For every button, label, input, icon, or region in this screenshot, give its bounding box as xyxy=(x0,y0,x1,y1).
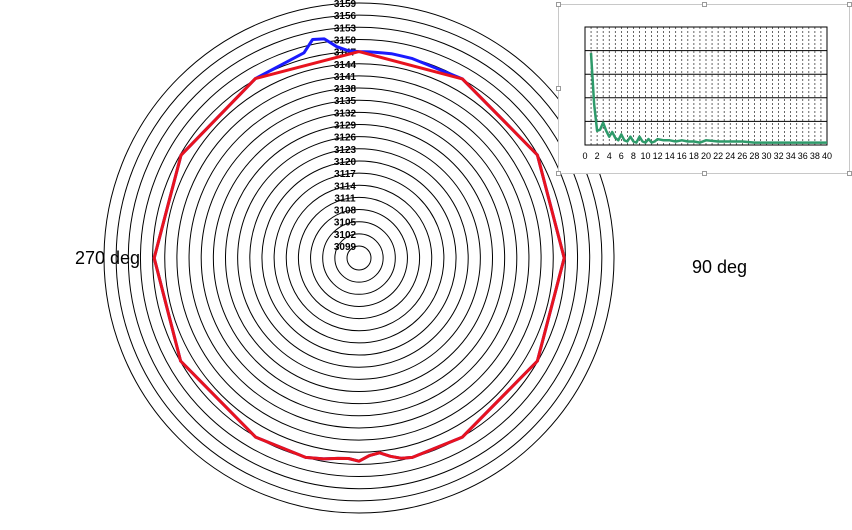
polar-ring xyxy=(297,196,421,320)
resize-handle-top-right[interactable] xyxy=(847,2,852,7)
radial-tick-label: 3159 xyxy=(334,0,357,10)
polar-ring xyxy=(176,75,542,441)
inset-chart-frame[interactable]: 0 2 4 6 8 10 12 14 16 18 20 22 24 26 28 30 32 34 36 38 40 xyxy=(558,4,850,174)
spectrum-x-tick-label: 24 xyxy=(725,151,735,161)
radial-tick-label: 3138 xyxy=(334,84,357,95)
spectrum-chart: 0 2 4 6 8 10 12 14 16 18 20 22 24 26 28 30 32 34 36 38 40 xyxy=(582,26,832,161)
spectrum-x-tick-label: 26 xyxy=(737,151,747,161)
polar-ring xyxy=(127,26,591,490)
spectrum-x-tick-label: 20 xyxy=(701,151,711,161)
resize-handle-mid-left[interactable] xyxy=(556,86,561,91)
spectrum-x-tick-label: 12 xyxy=(653,151,663,161)
spectrum-x-tick-label: 6 xyxy=(619,151,624,161)
radial-tick-label: 3132 xyxy=(334,108,357,119)
spectrum-x-tick-label: 8 xyxy=(631,151,636,161)
spectrum-x-tick-label: 40 xyxy=(822,151,832,161)
resize-handle-bottom-right[interactable] xyxy=(847,171,852,176)
spectrum-x-tick-label: 38 xyxy=(810,151,820,161)
polar-ring xyxy=(249,148,469,368)
polar-ring xyxy=(310,209,408,307)
radial-tick-label: 3141 xyxy=(334,72,357,83)
spectrum-x-tick-label: 30 xyxy=(761,151,771,161)
radial-tick-label: 3153 xyxy=(334,23,357,34)
angle-label-270: 270 deg xyxy=(75,248,141,268)
polar-series-red xyxy=(152,50,566,463)
radial-tick-label: 3114 xyxy=(334,181,356,192)
radial-tick-label: 3108 xyxy=(334,206,357,217)
polar-ring xyxy=(225,124,493,392)
spectrum-x-tick-label: 2 xyxy=(595,151,600,161)
spectrum-x-ticks: 0 2 4 6 8 10 12 14 16 18 20 22 24 26 28 30 32 34 36 38 40 xyxy=(582,151,832,161)
radial-tick-label: 3120 xyxy=(334,157,357,168)
resize-handle-bottom-mid[interactable] xyxy=(702,171,707,176)
spectrum-x-tick-label: 14 xyxy=(665,151,675,161)
spectrum-x-tick-label: 0 xyxy=(582,151,587,161)
polar-ring xyxy=(200,99,518,417)
spectrum-x-tick-label: 16 xyxy=(677,151,687,161)
polar-ring xyxy=(164,63,554,453)
spectrum-x-tick-label: 22 xyxy=(713,151,723,161)
radial-tick-labels: 3099310231053108 311131143117312031233126… xyxy=(334,0,357,253)
spectrum-x-tick-label: 34 xyxy=(786,151,796,161)
spectrum-x-tick-label: 4 xyxy=(607,151,612,161)
resize-handle-bottom-left[interactable] xyxy=(556,171,561,176)
polar-series xyxy=(152,37,566,463)
polar-ring xyxy=(103,2,615,514)
polar-ring xyxy=(152,51,566,465)
spectrum-x-tick-label: 10 xyxy=(640,151,650,161)
radial-tick-label: 3111 xyxy=(334,193,356,204)
resize-handle-top-left[interactable] xyxy=(556,2,561,7)
radial-tick-label: 3156 xyxy=(334,11,357,22)
radial-tick-label: 3102 xyxy=(334,230,357,241)
polar-ring xyxy=(285,184,433,332)
radial-tick-label: 3144 xyxy=(334,60,357,71)
radial-tick-label: 3123 xyxy=(334,145,357,156)
radial-tick-label: 3129 xyxy=(334,121,357,132)
polar-rings xyxy=(103,2,615,514)
polar-ring xyxy=(273,172,445,344)
spectrum-x-tick-label: 18 xyxy=(689,151,699,161)
resize-handle-top-mid[interactable] xyxy=(702,2,707,7)
spectrum-x-tick-label: 36 xyxy=(798,151,808,161)
polar-ring xyxy=(212,111,506,405)
radial-tick-label: 3135 xyxy=(334,96,357,107)
spectrum-x-tick-label: 32 xyxy=(774,151,784,161)
polar-ring xyxy=(188,87,530,429)
angle-label-90: 90 deg xyxy=(692,257,748,277)
chart-stage: 3099 3102 3105 3108 3111 3114 3117 3120 3123 3126… xyxy=(0,0,852,530)
spectrum-x-tick-label: 28 xyxy=(749,151,759,161)
polar-ring xyxy=(261,160,457,356)
polar-ring xyxy=(139,38,579,478)
spectrum-grid xyxy=(584,26,828,146)
radial-tick-label: 3126 xyxy=(334,133,357,144)
radial-tick-label: 3099 xyxy=(334,242,357,253)
radial-tick-label: 3150 xyxy=(334,35,357,46)
radial-tick-label: 3105 xyxy=(334,218,357,229)
radial-tick-label: 3117 xyxy=(334,169,356,180)
